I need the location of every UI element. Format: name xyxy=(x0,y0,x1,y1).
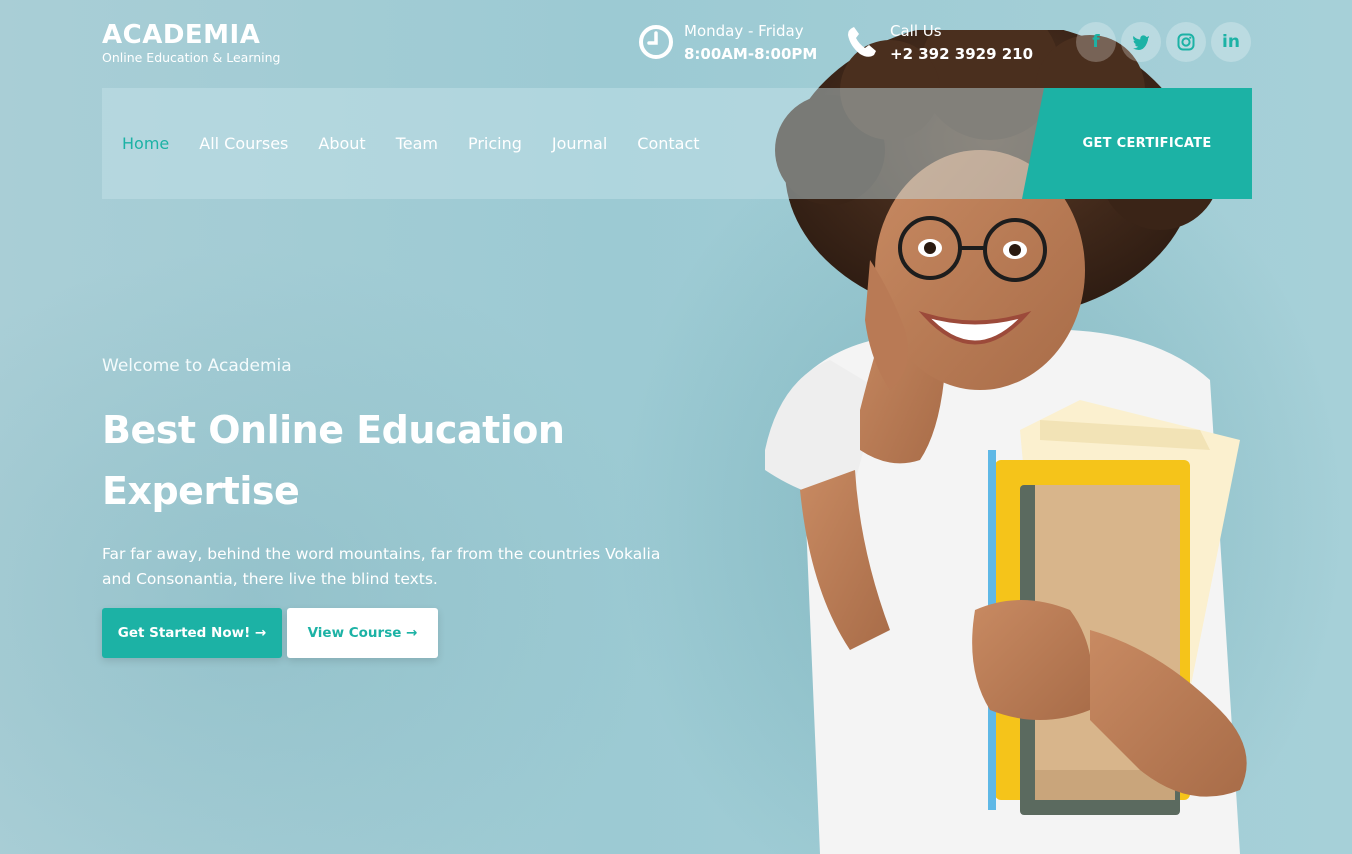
call-label: Call Us xyxy=(890,22,942,40)
hero-welcome: Welcome to Academia xyxy=(102,356,292,376)
hero-headline: Best Online Education Expertise xyxy=(102,400,702,522)
call-info: Call Us +2 392 3929 210 xyxy=(844,20,1033,66)
view-course-button[interactable]: View Course → xyxy=(287,608,438,658)
brand-logo[interactable]: ACADEMIA Online Education & Learning xyxy=(102,20,281,65)
nav-item-contact[interactable]: Contact xyxy=(637,134,699,153)
hours-value: 8:00AM-8:00PM xyxy=(684,45,818,63)
instagram-icon[interactable] xyxy=(1166,22,1206,62)
hero-description: Far far away, behind the word mountains,… xyxy=(102,545,661,588)
call-value[interactable]: +2 392 3929 210 xyxy=(890,42,1033,66)
nav-menu: Home All Courses About Team Pricing Jour… xyxy=(122,88,700,199)
brand-title: ACADEMIA xyxy=(102,20,261,50)
get-started-button[interactable]: Get Started Now! → xyxy=(102,608,282,658)
top-bar: ACADEMIA Online Education & Learning Mon… xyxy=(0,0,1352,88)
hero-buttons: Get Started Now! → View Course → xyxy=(102,608,702,658)
nav-item-team[interactable]: Team xyxy=(396,134,438,153)
hours-info: Monday - Friday 8:00AM-8:00PM xyxy=(638,20,817,66)
hero-headline-line1: Best Online Education xyxy=(102,408,565,452)
nav-item-journal[interactable]: Journal xyxy=(552,134,607,153)
nav-item-all-courses[interactable]: All Courses xyxy=(199,134,288,153)
twitter-icon[interactable] xyxy=(1121,22,1161,62)
phone-icon xyxy=(848,27,876,57)
get-certificate-button[interactable]: GET CERTIFICATE xyxy=(1022,88,1252,199)
brand-subtitle: Online Education & Learning xyxy=(102,50,281,65)
nav-item-about[interactable]: About xyxy=(318,134,365,153)
nav-item-home[interactable]: Home xyxy=(122,134,169,153)
hero-headline-line2: Expertise xyxy=(102,469,300,513)
main-navigation: Home All Courses About Team Pricing Jour… xyxy=(102,88,1252,199)
social-links: f in xyxy=(1076,22,1251,62)
facebook-icon[interactable]: f xyxy=(1076,22,1116,62)
nav-item-pricing[interactable]: Pricing xyxy=(468,134,522,153)
clock-icon xyxy=(639,25,673,59)
hours-label: Monday - Friday xyxy=(684,22,804,40)
hero-section: Welcome to Academia Best Online Educatio… xyxy=(102,352,702,658)
linkedin-icon[interactable]: in xyxy=(1211,22,1251,62)
